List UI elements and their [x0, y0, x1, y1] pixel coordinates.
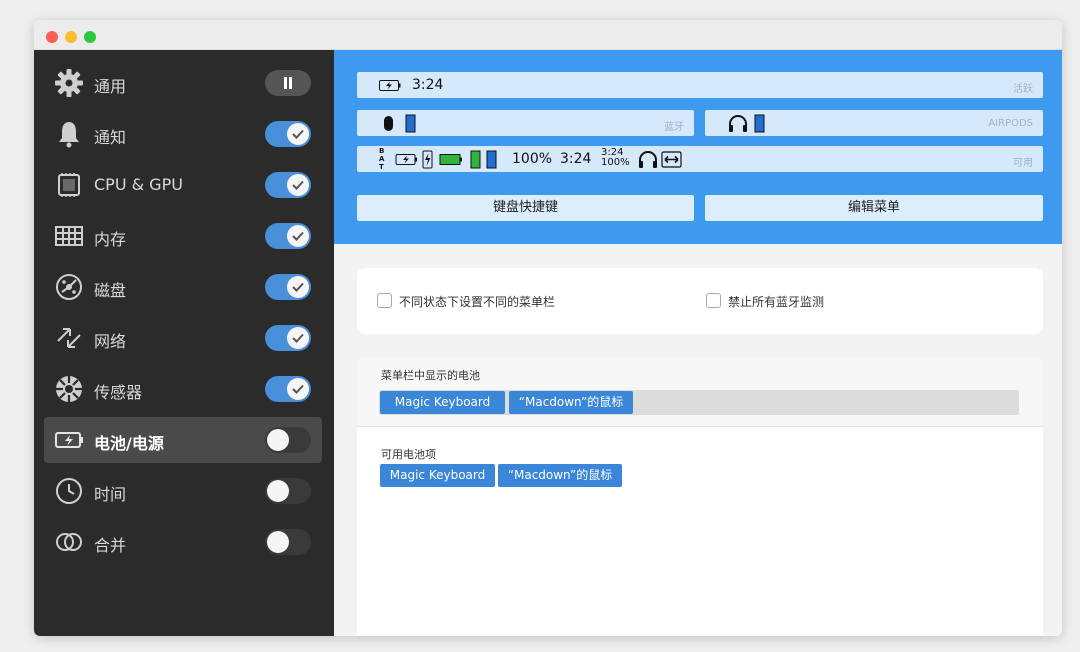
checkmark-icon: [292, 384, 304, 394]
gear-icon: [55, 69, 83, 97]
sidebar-item-sensors[interactable]: 传感器: [44, 366, 322, 412]
toggle-switch[interactable]: [265, 529, 311, 555]
title-bar: [34, 20, 1062, 50]
available-chip-mouse[interactable]: “Macdown”的鼠标: [498, 464, 622, 487]
toggle-knob: [287, 123, 309, 145]
toggle-switch[interactable]: [265, 172, 311, 198]
app-window: 通用 通知 CPU & GPU 内存 磁盘 网络 传感器 电池/电源 时间 合并…: [34, 20, 1062, 636]
toggle-switch[interactable]: [265, 427, 311, 453]
active-preview-bar[interactable]: 3:24 活跃: [357, 72, 1043, 98]
active-time-text: 3:24: [412, 77, 444, 93]
network-arrows-icon: [57, 328, 81, 348]
sidebar-item-label: 网络: [94, 332, 127, 351]
toggle-knob: [267, 429, 289, 451]
menubar-preview-header: 3:24 活跃 蓝牙 AIRPODS BAT 100% 3:24 3:24 10…: [334, 50, 1062, 244]
toggle-knob: [287, 327, 309, 349]
battery-config-card: 菜单栏中显示的电池 Magic Keyboard “Macdown”的鼠标 可用…: [357, 357, 1043, 636]
bell-icon: [59, 122, 79, 148]
checkmark-icon: [292, 231, 304, 241]
sidebar: 通用 通知 CPU & GPU 内存 磁盘 网络 传感器 电池/电源 时间 合并: [34, 50, 334, 636]
cpu-icon: [58, 173, 80, 197]
menubar-chip-magic-keyboard[interactable]: Magic Keyboard: [380, 391, 505, 414]
bat-letters-text: BAT: [379, 147, 385, 171]
close-window-button[interactable]: [46, 31, 58, 43]
headphones-battery-icon: [729, 114, 765, 133]
battery-icons-row: [395, 150, 497, 169]
checkmark-icon: [292, 282, 304, 292]
memory-icon: [55, 226, 83, 246]
sidebar-item-label: 合并: [94, 536, 127, 555]
toggle-switch[interactable]: [265, 121, 311, 147]
sidebar-item-label: 时间: [94, 485, 127, 504]
toggle-knob: [267, 480, 289, 502]
sidebar-item-label: 通用: [94, 77, 127, 96]
airpods-preview-bar[interactable]: AIRPODS: [705, 110, 1043, 136]
sidebar-item-general[interactable]: 通用: [44, 60, 322, 106]
options-card: 不同状态下设置不同的菜单栏 禁止所有蓝牙监测: [357, 268, 1043, 334]
battery-icon: [55, 432, 83, 448]
sidebar-item-network[interactable]: 网络: [44, 315, 322, 361]
sidebar-item-notifications[interactable]: 通知: [44, 111, 322, 157]
menubar-batteries-section: 菜单栏中显示的电池 Magic Keyboard “Macdown”的鼠标: [357, 357, 1043, 427]
available-tag: 可用: [1013, 158, 1033, 169]
sidebar-item-label: 内存: [94, 230, 127, 249]
disk-icon: [56, 274, 82, 300]
sidebar-item-merge[interactable]: 合并: [44, 519, 322, 565]
available-preview-bar[interactable]: BAT 100% 3:24 3:24 100% 可用: [357, 146, 1043, 172]
sidebar-item-label: 传感器: [94, 383, 143, 402]
sidebar-item-memory[interactable]: 内存: [44, 213, 322, 259]
toggle-switch[interactable]: [265, 274, 311, 300]
available-percent-text: 100%: [512, 151, 553, 167]
different-menubar-checkbox[interactable]: [377, 293, 392, 308]
headphones-expand-icon: [639, 151, 682, 168]
sidebar-item-cpu-gpu[interactable]: CPU & GPU: [44, 162, 322, 208]
disable-bluetooth-label: 禁止所有蓝牙监测: [728, 295, 825, 309]
menubar-chip-mouse[interactable]: “Macdown”的鼠标: [509, 391, 633, 414]
bluetooth-preview-bar[interactable]: 蓝牙: [357, 110, 694, 136]
bluetooth-tag: 蓝牙: [664, 122, 684, 133]
menubar-batteries-title: 菜单栏中显示的电池: [381, 369, 480, 382]
toggle-knob: [287, 174, 309, 196]
toggle-knob: [267, 531, 289, 553]
toggle-knob: [287, 276, 309, 298]
pause-icon: [284, 77, 292, 89]
sidebar-item-battery-power[interactable]: 电池/电源: [44, 417, 322, 463]
pause-toggle[interactable]: [265, 70, 311, 96]
toggle-switch[interactable]: [265, 223, 311, 249]
toggle-switch[interactable]: [265, 376, 311, 402]
disable-bluetooth-checkbox[interactable]: [706, 293, 721, 308]
sidebar-item-label: CPU & GPU: [94, 175, 183, 194]
active-tag: 活跃: [1013, 84, 1033, 95]
merge-icon: [56, 533, 82, 551]
stack-percent-text: 100%: [601, 157, 630, 168]
toggle-knob: [287, 225, 309, 247]
sidebar-item-label: 通知: [94, 128, 127, 147]
sensor-icon: [56, 376, 82, 402]
airpods-tag: AIRPODS: [988, 118, 1033, 129]
mouse-battery-icon: [384, 114, 416, 133]
sidebar-item-label: 电池/电源: [94, 434, 164, 453]
checkmark-icon: [292, 180, 304, 190]
different-menubar-label: 不同状态下设置不同的菜单栏: [399, 295, 556, 309]
main-panel: 3:24 活跃 蓝牙 AIRPODS BAT 100% 3:24 3:24 10…: [334, 50, 1062, 636]
sidebar-item-time[interactable]: 时间: [44, 468, 322, 514]
battery-charging-icon: [379, 80, 401, 91]
edit-menu-button[interactable]: 编辑菜单: [705, 195, 1043, 221]
checkmark-icon: [292, 333, 304, 343]
zoom-window-button[interactable]: [84, 31, 96, 43]
menubar-batteries-tray[interactable]: Magic Keyboard “Macdown”的鼠标: [379, 390, 1019, 415]
available-time-text: 3:24: [560, 151, 592, 167]
checkmark-icon: [292, 129, 304, 139]
sidebar-item-label: 磁盘: [94, 281, 127, 300]
clock-icon: [56, 478, 82, 504]
toggle-switch[interactable]: [265, 478, 311, 504]
toggle-knob: [287, 378, 309, 400]
keyboard-shortcuts-button[interactable]: 键盘快捷键: [357, 195, 694, 221]
available-chip-magic-keyboard[interactable]: Magic Keyboard: [380, 464, 495, 487]
sidebar-item-disk[interactable]: 磁盘: [44, 264, 322, 310]
minimize-window-button[interactable]: [65, 31, 77, 43]
toggle-switch[interactable]: [265, 325, 311, 351]
available-batteries-title: 可用电池项: [381, 448, 436, 461]
